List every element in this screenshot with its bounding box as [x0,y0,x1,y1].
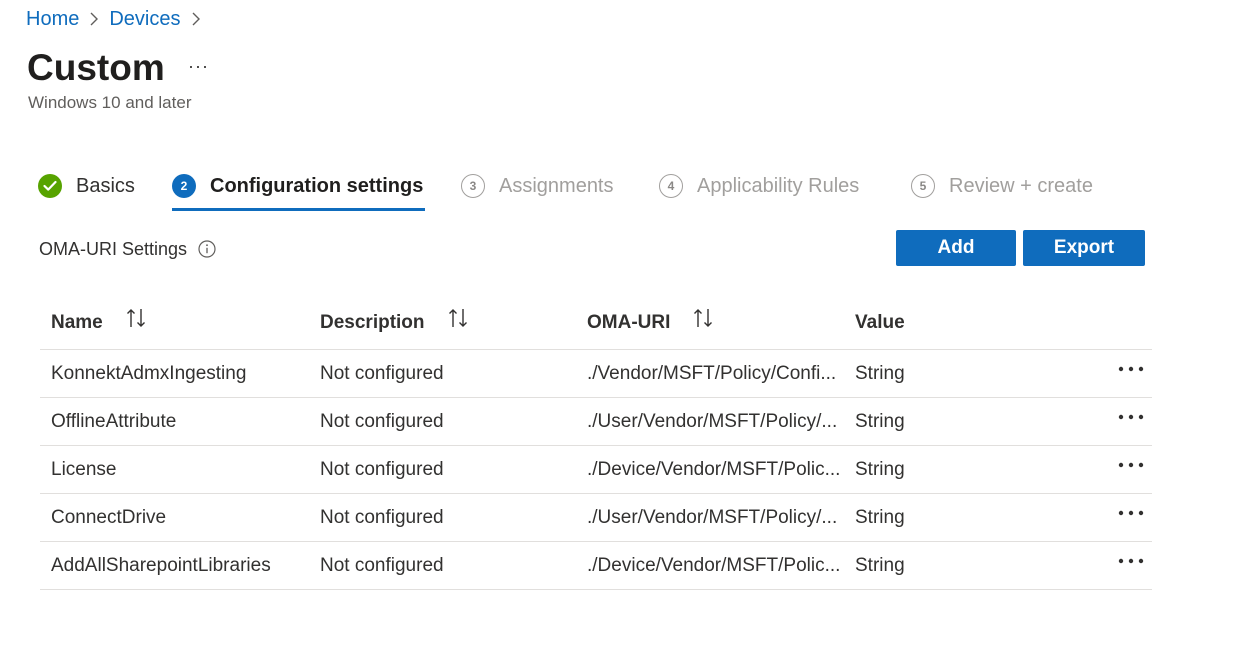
cell-value: String [855,363,905,384]
cell-oma-uri: ./User/Vendor/MSFT/Policy/... [587,411,838,432]
chevron-right-icon [89,11,99,27]
cell-description: Not configured [320,411,444,432]
cell-value: String [855,507,905,528]
custom-profile-page: Home Devices Custom ··· Windows 10 and l… [0,0,1260,655]
table-header: Name Description OMA-URI Value [40,300,1152,350]
column-header-label: Description [320,312,425,333]
step-configuration-settings[interactable]: 2 Configuration settings [172,170,423,202]
cell-description: Not configured [320,507,444,528]
step-number: 4 [659,174,683,198]
cell-oma-uri: ./Device/Vendor/MSFT/Polic... [587,459,841,480]
cell-name: AddAllSharepointLibraries [51,555,271,576]
page-title: Custom [27,47,165,88]
checkmark-icon [38,174,62,198]
step-label: Basics [76,174,135,197]
cell-name: KonnektAdmxIngesting [51,363,247,384]
table-row[interactable]: ConnectDrive Not configured ./User/Vendo… [40,494,1152,542]
more-options-icon[interactable] [1116,453,1146,477]
cell-description: Not configured [320,363,444,384]
cell-name: License [51,459,117,480]
cell-description: Not configured [320,555,444,576]
breadcrumb-devices-link[interactable]: Devices [109,6,180,32]
column-header-label: Name [51,312,103,333]
table-row[interactable]: License Not configured ./Device/Vendor/M… [40,446,1152,494]
section-title-text: OMA-URI Settings [39,239,188,259]
cell-description: Not configured [320,459,444,480]
column-header-label: Value [855,312,905,333]
page-subtitle: Windows 10 and later [28,93,192,112]
more-options-icon[interactable]: ··· [188,56,209,76]
breadcrumb: Home Devices [26,6,211,32]
more-options-icon[interactable] [1116,549,1146,573]
chevron-right-icon [191,11,201,27]
step-label: Configuration settings [210,174,424,197]
breadcrumb-home-link[interactable]: Home [26,6,79,32]
step-label: Applicability Rules [697,174,860,197]
cell-oma-uri: ./Vendor/MSFT/Policy/Confi... [587,363,837,384]
step-label: Review + create [949,174,1093,197]
sort-icon[interactable] [125,307,149,329]
cell-value: String [855,459,905,480]
table-row[interactable]: OfflineAttribute Not configured ./User/V… [40,398,1152,446]
table-row[interactable]: AddAllSharepointLibraries Not configured… [40,542,1152,590]
active-step-indicator [172,208,425,211]
table-row[interactable]: KonnektAdmxIngesting Not configured ./Ve… [40,350,1152,398]
more-options-icon[interactable] [1116,501,1146,525]
sort-icon[interactable] [447,307,471,329]
column-header-description[interactable]: Description [320,307,471,336]
more-options-icon[interactable] [1116,357,1146,381]
cell-oma-uri: ./User/Vendor/MSFT/Policy/... [587,507,838,528]
more-options-icon[interactable] [1116,405,1146,429]
oma-uri-settings-table: Name Description OMA-URI Value KonnektAd… [40,300,1152,590]
cell-name: ConnectDrive [51,507,167,528]
step-number: 5 [911,174,935,198]
cell-value: String [855,555,905,576]
sort-icon[interactable] [692,307,716,329]
step-number: 3 [461,174,485,198]
section-title: OMA-URI Settings [39,238,216,260]
column-header-oma-uri[interactable]: OMA-URI [587,307,716,336]
step-label: Assignments [499,174,614,197]
step-applicability-rules[interactable]: 4 Applicability Rules [659,170,859,202]
column-header-label: OMA-URI [587,312,671,333]
column-header-value: Value [855,310,905,336]
column-header-name[interactable]: Name [51,307,149,336]
step-assignments[interactable]: 3 Assignments [461,170,614,202]
step-review-create[interactable]: 5 Review + create [911,170,1093,202]
cell-value: String [855,411,905,432]
cell-name: OfflineAttribute [51,411,177,432]
cell-oma-uri: ./Device/Vendor/MSFT/Polic... [587,555,841,576]
step-number: 2 [172,174,196,198]
wizard-steps: Basics 2 Configuration settings 3 Assign… [38,170,1158,214]
info-icon[interactable] [198,240,216,258]
add-button[interactable]: Add [896,230,1016,266]
export-button[interactable]: Export [1023,230,1145,266]
step-basics[interactable]: Basics [38,170,135,202]
